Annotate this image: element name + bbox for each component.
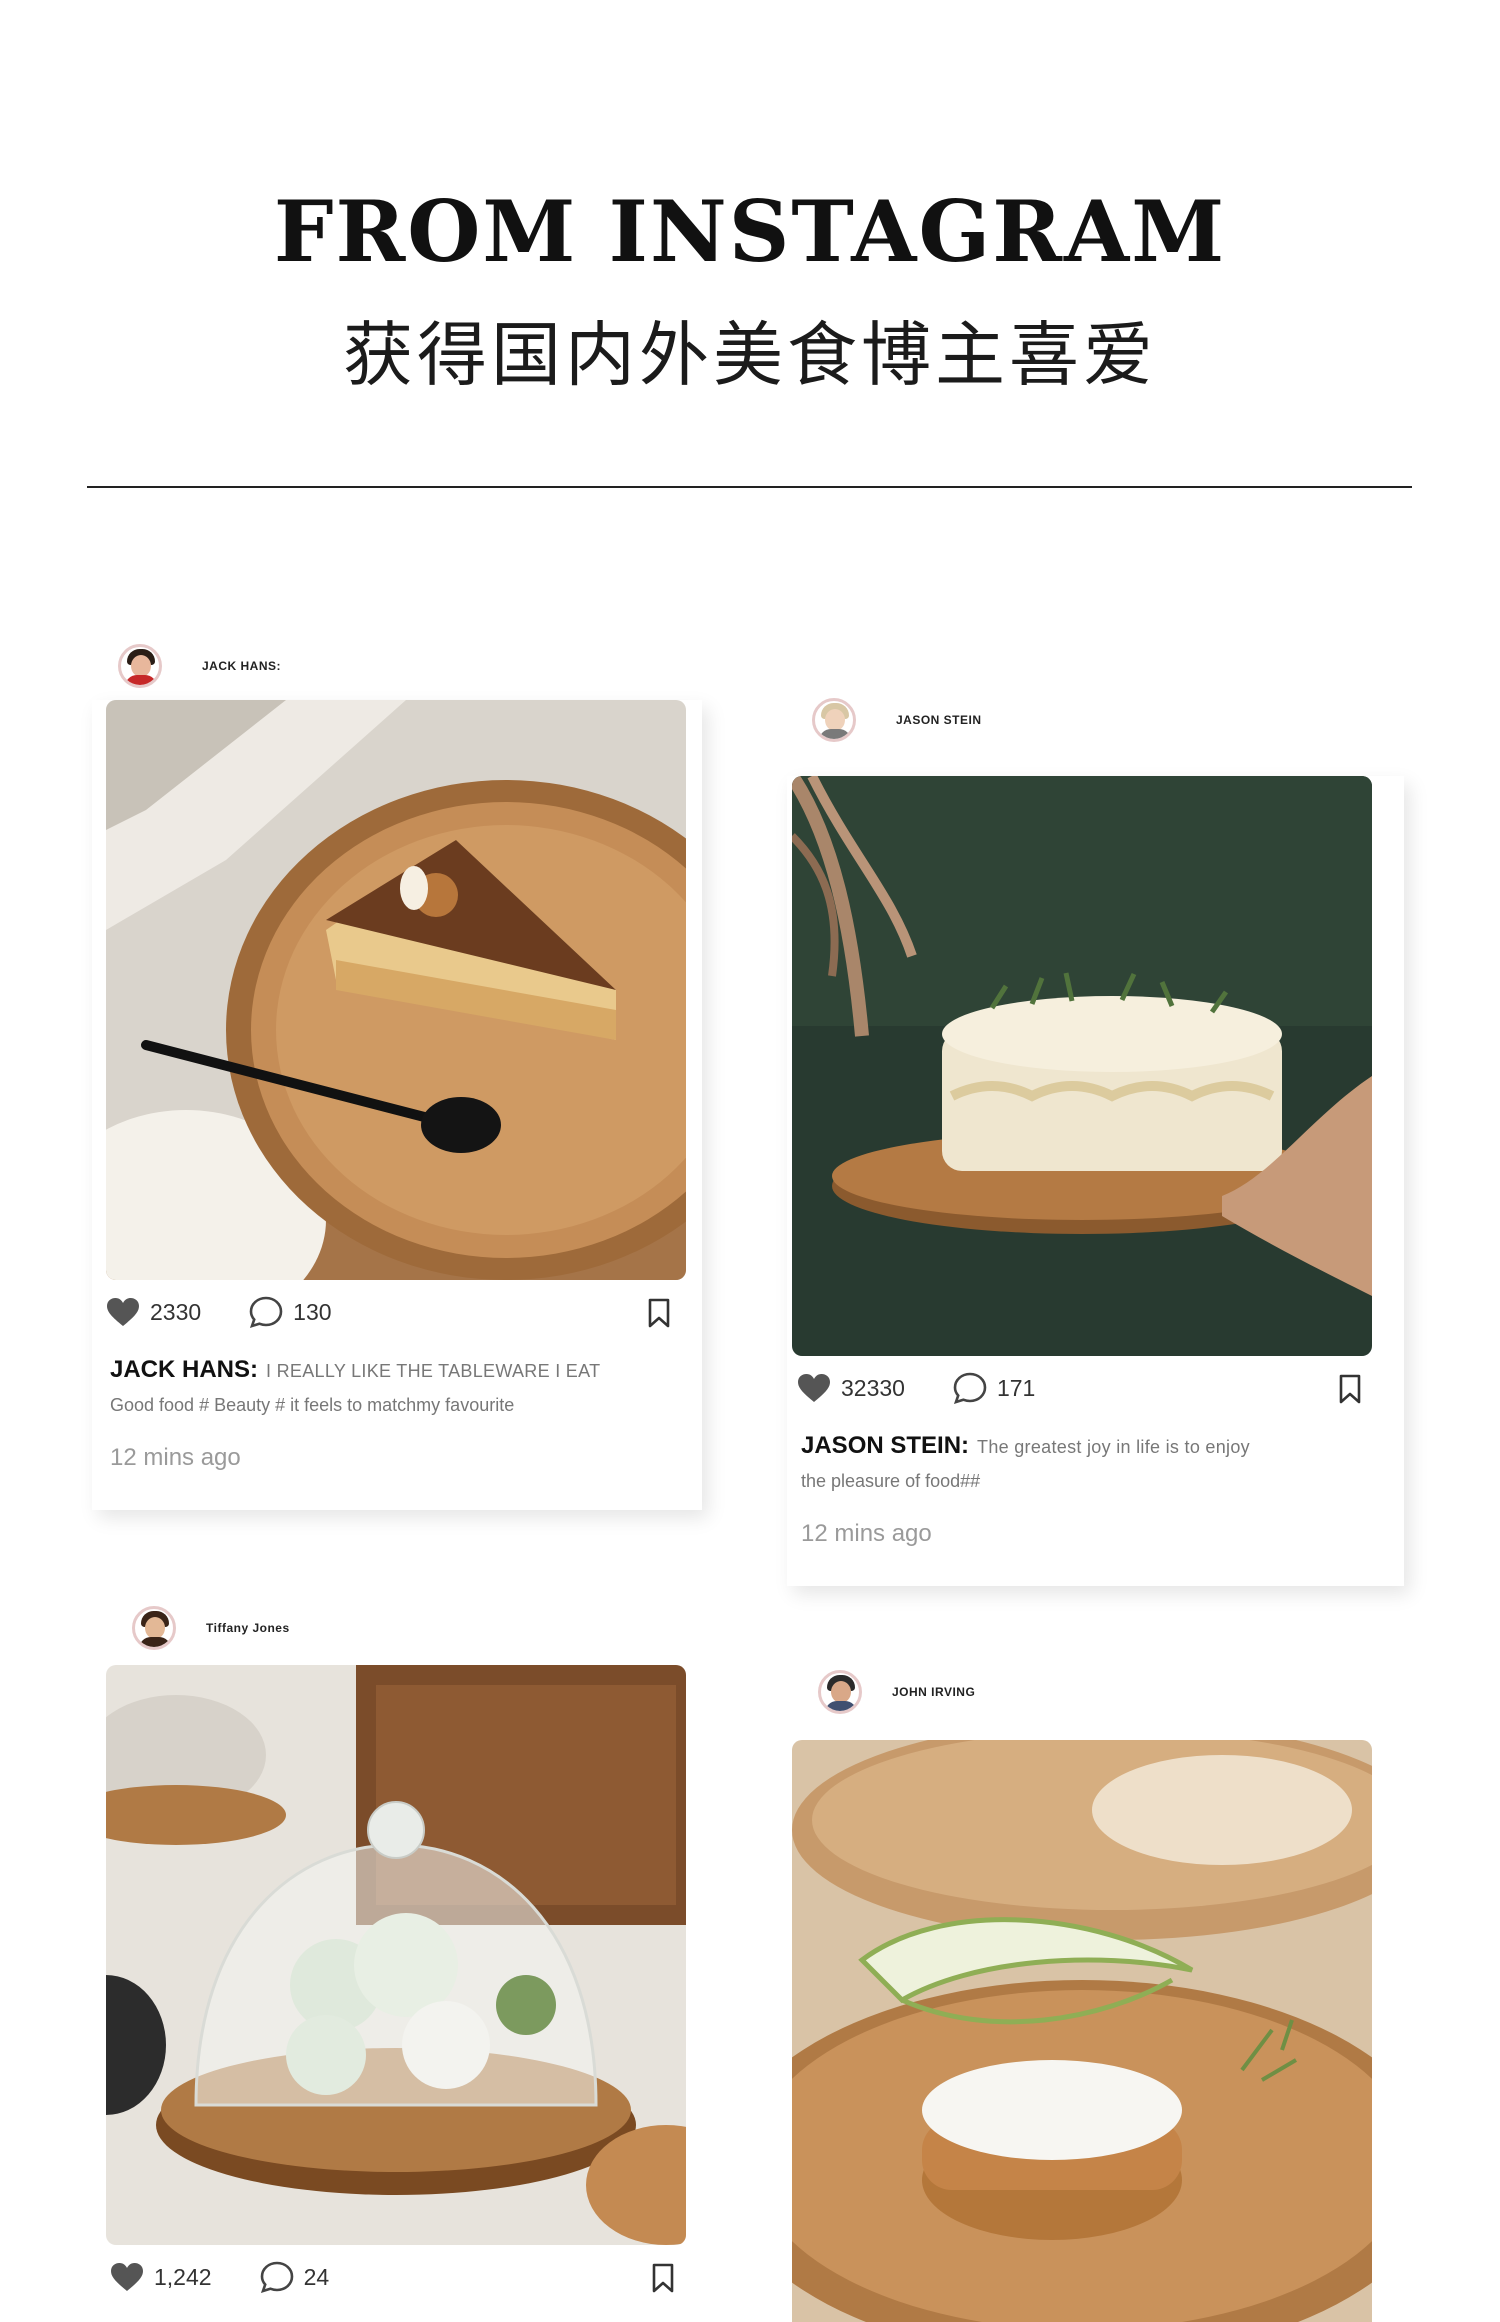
like-count[interactable]: 1,242: [110, 2262, 212, 2292]
cucumber-tartlet-image: [792, 1740, 1372, 2322]
post-photo-glass-dome[interactable]: [106, 1665, 686, 2245]
caption-hashtags: Good food # Beauty # it feels to matchmy…: [110, 1395, 515, 1415]
caption-text: I REALLY LIKE THE TABLEWARE I EAT: [266, 1361, 601, 1381]
post-caption: JACK HANS: I REALLY LIKE THE TABLEWARE I …: [110, 1353, 690, 1422]
post-photo-tiramisu[interactable]: [106, 700, 686, 1280]
comment-count-value: 171: [996, 1374, 1036, 1401]
username[interactable]: JACK HANS:: [202, 659, 281, 673]
caption-hashtags: the pleasure of food##: [801, 1471, 981, 1491]
heart-icon: [111, 2263, 143, 2291]
bookmark-button[interactable]: [1335, 1374, 1365, 1404]
comment-bubble-icon: [249, 1296, 283, 1328]
bookmark-icon: [648, 1298, 670, 1328]
post-card-john-irving: [787, 1740, 1404, 2322]
comment-bubble-icon: [260, 2261, 293, 2293]
comment-bubble-icon: [953, 1372, 987, 1404]
username[interactable]: JASON STEIN: [896, 713, 982, 727]
divider: [87, 486, 1412, 488]
post-timestamp: 12 mins ago: [110, 1444, 241, 1471]
like-count-value: 1,242: [154, 2263, 212, 2290]
page-title: FROM INSTAGRAM: [273, 182, 1227, 281]
post-card-jason-stein: 32330 171 JASON STEIN: The greatest joy i…: [787, 776, 1404, 1586]
comment-count[interactable]: 24: [260, 2261, 330, 2293]
comment-count[interactable]: 130: [249, 1296, 332, 1328]
avatar[interactable]: [818, 1670, 862, 1714]
post-card-tiffany-jones: 1,242 24: [92, 1665, 702, 2322]
bookmark-button[interactable]: [644, 1298, 674, 1328]
caption-author[interactable]: JACK HANS:: [110, 1356, 258, 1383]
like-count-value: 2330: [150, 1298, 202, 1325]
username[interactable]: JOHN IRVING: [892, 1685, 975, 1699]
page-header: FROM INSTAGRAM 获得国内外美食博主喜爱: [0, 0, 1500, 500]
bookmark-icon: [652, 2263, 674, 2293]
post-card-jack-hans: 2330 130 JACK HANS: I REALLY LIKE THE TAB…: [92, 700, 702, 1510]
comment-count-value: 24: [303, 2263, 330, 2290]
bookmark-icon: [1339, 1374, 1361, 1404]
heart-icon: [798, 1374, 830, 1402]
post-header-tiffany-jones: Tiffany Jones: [132, 1606, 290, 1650]
post-photo-cream-cake[interactable]: [792, 776, 1372, 1356]
avatar[interactable]: [132, 1606, 176, 1650]
post-timestamp: 12 mins ago: [801, 1520, 932, 1547]
like-count[interactable]: 32330: [797, 1373, 905, 1403]
avatar[interactable]: [812, 698, 856, 742]
tiramisu-image: [106, 700, 686, 1280]
cream-cake-image: [792, 776, 1372, 1356]
glass-dome-image: [106, 1665, 686, 2245]
caption-text: The greatest joy in life is to enjoy: [977, 1437, 1250, 1457]
like-count[interactable]: 2330: [106, 1297, 201, 1327]
page-subtitle: 获得国内外美食博主喜爱: [343, 314, 1157, 396]
heart-icon: [107, 1298, 139, 1326]
like-count-value: 32330: [841, 1374, 905, 1401]
username[interactable]: Tiffany Jones: [206, 1621, 290, 1635]
avatar[interactable]: [118, 644, 162, 688]
post-header-john-irving: JOHN IRVING: [818, 1670, 975, 1714]
comment-count[interactable]: 171: [953, 1372, 1035, 1404]
comment-count-value: 130: [293, 1298, 332, 1325]
bookmark-button[interactable]: [648, 2263, 678, 2293]
post-actions: 1,242 24: [110, 2257, 678, 2297]
post-actions: 32330 171: [797, 1368, 1365, 1408]
caption-author[interactable]: JASON STEIN:: [801, 1432, 969, 1459]
post-actions: 2330 130: [106, 1292, 674, 1332]
post-photo-cucumber-tartlet[interactable]: [792, 1740, 1372, 2322]
post-header-jack-hans: JACK HANS:: [118, 644, 281, 688]
post-header-jason-stein: JASON STEIN: [812, 698, 982, 742]
post-caption: JASON STEIN: The greatest joy in life is …: [801, 1429, 1381, 1498]
